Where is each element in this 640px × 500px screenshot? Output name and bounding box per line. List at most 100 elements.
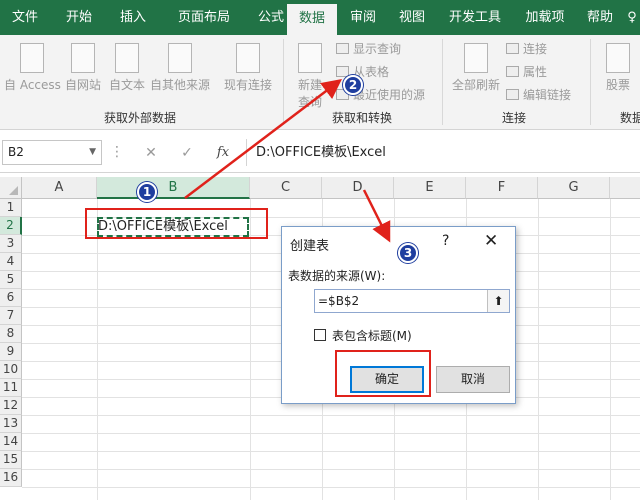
row-header-1[interactable]: 1 (0, 199, 22, 217)
grid-line (97, 199, 98, 500)
row-header-4[interactable]: 4 (0, 253, 22, 271)
query-list-icon (336, 43, 349, 54)
source-range-field[interactable]: ⬆ (314, 289, 510, 313)
tab-add-ins[interactable]: 加载项 (518, 0, 572, 35)
grid-line (22, 469, 640, 470)
chevron-down-icon[interactable]: ▼ (89, 141, 96, 164)
column-header-g[interactable]: G (538, 177, 610, 199)
column-header-b[interactable]: B (97, 177, 250, 199)
from-web-button[interactable]: 自网站 (62, 43, 104, 93)
grid-line (22, 451, 640, 452)
grid-line (22, 433, 640, 434)
refresh-all-button[interactable]: 全部刷新 (448, 43, 504, 93)
grid-line (538, 199, 539, 500)
connections-button[interactable]: 连接 (506, 39, 547, 59)
web-icon (71, 43, 95, 73)
link-icon (506, 43, 519, 54)
insert-function-button[interactable]: fx (210, 143, 236, 163)
has-headers-checkbox[interactable] (314, 329, 326, 341)
row-header-10[interactable]: 10 (0, 361, 22, 379)
row-header-16[interactable]: 16 (0, 469, 22, 487)
group-separator (590, 39, 591, 125)
refresh-icon (464, 43, 488, 73)
edit-links-button[interactable]: 编辑链接 (506, 85, 571, 105)
new-query-button[interactable]: 新建 查询 (290, 43, 330, 110)
group-label-get-transform: 获取和转换 (331, 111, 392, 125)
row-header-9[interactable]: 9 (0, 343, 22, 361)
tab-page-layout[interactable]: 页面布局 (164, 0, 244, 35)
select-all-button[interactable] (0, 177, 22, 199)
tab-review[interactable]: 审阅 (338, 0, 388, 35)
cancel-button[interactable]: 取消 (436, 366, 510, 393)
grid-line (22, 487, 640, 488)
source-range-input[interactable] (315, 290, 487, 312)
properties-button[interactable]: 属性 (506, 62, 547, 82)
row-header-13[interactable]: 13 (0, 415, 22, 433)
highlight-box-cell (85, 208, 268, 239)
other-sources-icon (168, 43, 192, 73)
dialog-title: 创建表 (290, 239, 330, 254)
from-text-button[interactable]: 自文本 (106, 43, 148, 93)
drag-handle-icon[interactable]: ⋮ (110, 143, 124, 161)
row-header-8[interactable]: 8 (0, 325, 22, 343)
text-file-icon (115, 43, 139, 73)
step-badge-1: 1 (137, 182, 157, 202)
formula-input[interactable]: D:\OFFICE模板\Excel (256, 143, 386, 163)
group-separator (283, 39, 284, 125)
step-badge-2: 2 (343, 75, 363, 95)
cancel-entry-button[interactable]: ✕ (138, 143, 164, 163)
step-badge-3: 3 (398, 243, 418, 263)
name-box[interactable]: B2 ▼ (2, 140, 102, 165)
row-header-2[interactable]: 2 (0, 217, 22, 235)
properties-icon (506, 66, 519, 77)
access-icon (20, 43, 44, 73)
row-header-14[interactable]: 14 (0, 433, 22, 451)
grid-line (22, 415, 640, 416)
show-queries-button[interactable]: 显示查询 (336, 39, 401, 59)
formula-separator (246, 139, 247, 166)
from-other-sources-button[interactable]: 自其他来源 (148, 43, 212, 93)
stocks-button[interactable]: 股票 (596, 43, 640, 93)
tab-help[interactable]: 帮助 (580, 0, 620, 35)
column-header-a[interactable]: A (22, 177, 97, 199)
row-header-11[interactable]: 11 (0, 379, 22, 397)
column-header-e[interactable]: E (394, 177, 466, 199)
formula-bar: B2 ▼ ⋮ ✕ ✓ fx D:\OFFICE模板\Excel (0, 131, 640, 173)
row-header-6[interactable]: 6 (0, 289, 22, 307)
column-header-h[interactable] (610, 177, 640, 199)
has-headers-label[interactable]: 表包含标题(M) (332, 327, 412, 344)
collapse-dialog-icon[interactable]: ⬆ (487, 290, 509, 312)
from-access-button[interactable]: 自 Access (4, 43, 61, 93)
source-label: 表数据的来源(W): (288, 269, 386, 283)
row-header-15[interactable]: 15 (0, 451, 22, 469)
connections-icon (236, 43, 260, 73)
tab-tell-me[interactable]: ♀ (624, 0, 640, 35)
tab-data[interactable]: 数据 (287, 4, 337, 35)
enter-entry-button[interactable]: ✓ (174, 143, 200, 163)
ribbon-tab-bar: 文件 开始 插入 页面布局 公式 数据 审阅 视图 开发工具 加载项 帮助 ♀ (0, 0, 640, 35)
group-label-connections: 连接 (501, 111, 526, 125)
tab-view[interactable]: 视图 (390, 0, 434, 35)
column-header-d[interactable]: D (322, 177, 394, 199)
grid-line (250, 199, 251, 500)
ribbon-data: 自 Access 自网站 自文本 自其他来源 现有连接 获取外部数据 新建 查询… (0, 35, 640, 130)
tab-file[interactable]: 文件 (0, 0, 50, 35)
row-header-7[interactable]: 7 (0, 307, 22, 325)
group-label-external-data: 获取外部数据 (103, 111, 176, 125)
column-header-f[interactable]: F (466, 177, 538, 199)
row-header-3[interactable]: 3 (0, 235, 22, 253)
help-icon[interactable]: ? (442, 233, 449, 249)
edit-link-icon (506, 89, 519, 100)
close-icon[interactable]: ✕ (484, 231, 498, 251)
existing-connections-button[interactable]: 现有连接 (220, 43, 276, 93)
row-header-12[interactable]: 12 (0, 397, 22, 415)
group-label-data-types: 数据 (620, 111, 640, 125)
bank-icon (606, 43, 630, 73)
row-header-5[interactable]: 5 (0, 271, 22, 289)
column-header-c[interactable]: C (250, 177, 322, 199)
tab-developer[interactable]: 开发工具 (440, 0, 510, 35)
database-icon (298, 43, 322, 73)
tab-insert[interactable]: 插入 (108, 0, 158, 35)
tab-home[interactable]: 开始 (54, 0, 104, 35)
grid-line (610, 199, 611, 500)
